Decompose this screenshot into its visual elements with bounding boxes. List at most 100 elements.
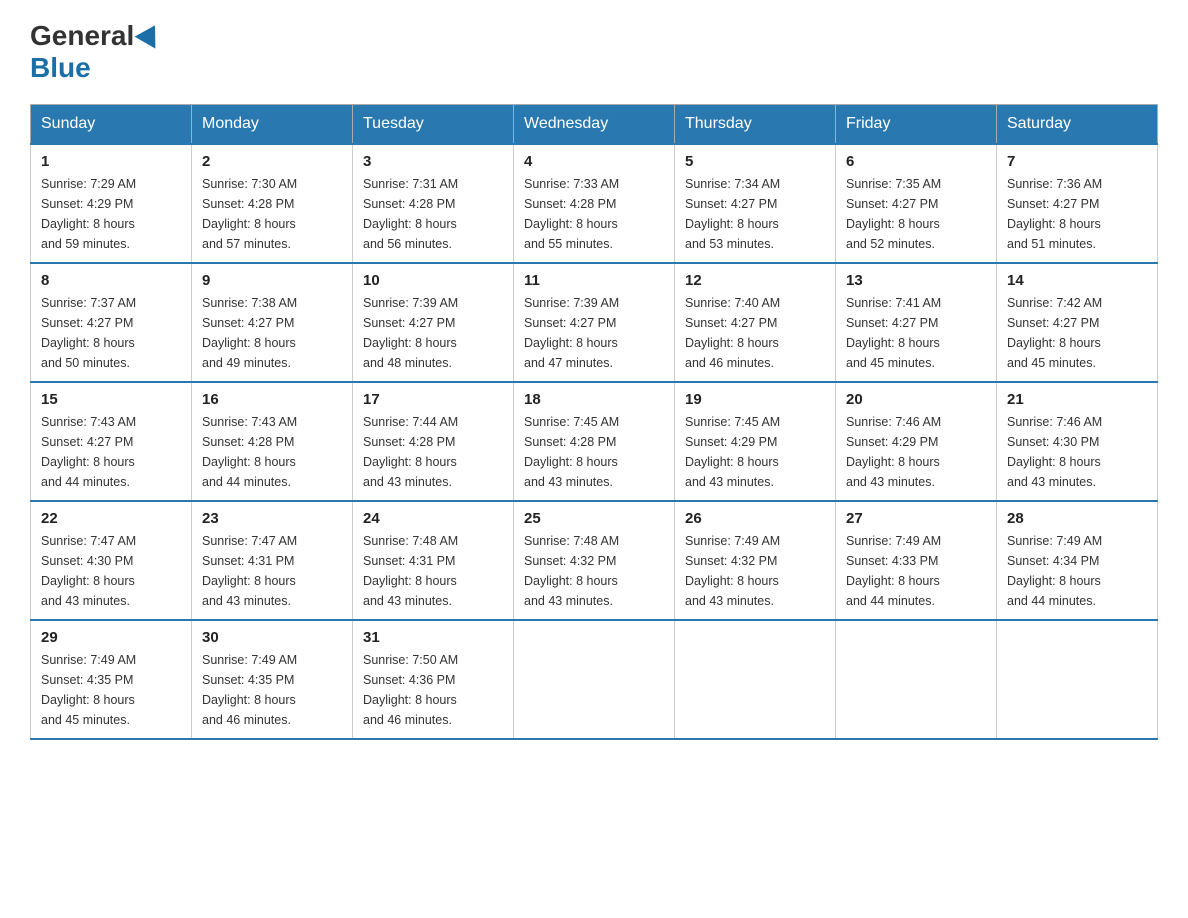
day-number: 6: [846, 153, 986, 170]
day-info: Sunrise: 7:46 AM Sunset: 4:30 PM Dayligh…: [1007, 412, 1147, 492]
day-number: 23: [202, 510, 342, 527]
day-cell-20: 20 Sunrise: 7:46 AM Sunset: 4:29 PM Dayl…: [836, 382, 997, 501]
day-number: 8: [41, 272, 181, 289]
day-number: 4: [524, 153, 664, 170]
day-cell-6: 6 Sunrise: 7:35 AM Sunset: 4:27 PM Dayli…: [836, 144, 997, 263]
day-cell-2: 2 Sunrise: 7:30 AM Sunset: 4:28 PM Dayli…: [192, 144, 353, 263]
day-info: Sunrise: 7:45 AM Sunset: 4:29 PM Dayligh…: [685, 412, 825, 492]
week-row-3: 15 Sunrise: 7:43 AM Sunset: 4:27 PM Dayl…: [31, 382, 1158, 501]
day-cell-26: 26 Sunrise: 7:49 AM Sunset: 4:32 PM Dayl…: [675, 501, 836, 620]
day-cell-21: 21 Sunrise: 7:46 AM Sunset: 4:30 PM Dayl…: [997, 382, 1158, 501]
day-info: Sunrise: 7:33 AM Sunset: 4:28 PM Dayligh…: [524, 174, 664, 254]
day-cell-10: 10 Sunrise: 7:39 AM Sunset: 4:27 PM Dayl…: [353, 263, 514, 382]
header: General Blue: [30, 20, 1158, 84]
day-info: Sunrise: 7:44 AM Sunset: 4:28 PM Dayligh…: [363, 412, 503, 492]
day-info: Sunrise: 7:41 AM Sunset: 4:27 PM Dayligh…: [846, 293, 986, 373]
col-header-friday: Friday: [836, 105, 997, 145]
day-info: Sunrise: 7:47 AM Sunset: 4:31 PM Dayligh…: [202, 531, 342, 611]
day-cell-31: 31 Sunrise: 7:50 AM Sunset: 4:36 PM Dayl…: [353, 620, 514, 739]
empty-cell: [514, 620, 675, 739]
day-cell-13: 13 Sunrise: 7:41 AM Sunset: 4:27 PM Dayl…: [836, 263, 997, 382]
day-info: Sunrise: 7:48 AM Sunset: 4:32 PM Dayligh…: [524, 531, 664, 611]
day-info: Sunrise: 7:42 AM Sunset: 4:27 PM Dayligh…: [1007, 293, 1147, 373]
day-info: Sunrise: 7:34 AM Sunset: 4:27 PM Dayligh…: [685, 174, 825, 254]
day-number: 14: [1007, 272, 1147, 289]
day-info: Sunrise: 7:39 AM Sunset: 4:27 PM Dayligh…: [363, 293, 503, 373]
day-cell-7: 7 Sunrise: 7:36 AM Sunset: 4:27 PM Dayli…: [997, 144, 1158, 263]
day-cell-11: 11 Sunrise: 7:39 AM Sunset: 4:27 PM Dayl…: [514, 263, 675, 382]
day-cell-19: 19 Sunrise: 7:45 AM Sunset: 4:29 PM Dayl…: [675, 382, 836, 501]
day-info: Sunrise: 7:49 AM Sunset: 4:33 PM Dayligh…: [846, 531, 986, 611]
day-info: Sunrise: 7:49 AM Sunset: 4:35 PM Dayligh…: [41, 650, 181, 730]
col-header-monday: Monday: [192, 105, 353, 145]
day-info: Sunrise: 7:38 AM Sunset: 4:27 PM Dayligh…: [202, 293, 342, 373]
day-number: 7: [1007, 153, 1147, 170]
day-number: 17: [363, 391, 503, 408]
empty-cell: [997, 620, 1158, 739]
day-number: 24: [363, 510, 503, 527]
day-number: 11: [524, 272, 664, 289]
day-info: Sunrise: 7:48 AM Sunset: 4:31 PM Dayligh…: [363, 531, 503, 611]
day-info: Sunrise: 7:43 AM Sunset: 4:28 PM Dayligh…: [202, 412, 342, 492]
day-number: 27: [846, 510, 986, 527]
col-header-saturday: Saturday: [997, 105, 1158, 145]
day-number: 20: [846, 391, 986, 408]
day-info: Sunrise: 7:31 AM Sunset: 4:28 PM Dayligh…: [363, 174, 503, 254]
day-number: 30: [202, 629, 342, 646]
logo-blue-part: [134, 24, 162, 48]
day-cell-24: 24 Sunrise: 7:48 AM Sunset: 4:31 PM Dayl…: [353, 501, 514, 620]
day-info: Sunrise: 7:50 AM Sunset: 4:36 PM Dayligh…: [363, 650, 503, 730]
col-header-wednesday: Wednesday: [514, 105, 675, 145]
day-number: 10: [363, 272, 503, 289]
week-row-1: 1 Sunrise: 7:29 AM Sunset: 4:29 PM Dayli…: [31, 144, 1158, 263]
day-info: Sunrise: 7:39 AM Sunset: 4:27 PM Dayligh…: [524, 293, 664, 373]
day-info: Sunrise: 7:46 AM Sunset: 4:29 PM Dayligh…: [846, 412, 986, 492]
day-info: Sunrise: 7:47 AM Sunset: 4:30 PM Dayligh…: [41, 531, 181, 611]
logo-blue-text: Blue: [30, 52, 91, 84]
day-cell-5: 5 Sunrise: 7:34 AM Sunset: 4:27 PM Dayli…: [675, 144, 836, 263]
day-info: Sunrise: 7:37 AM Sunset: 4:27 PM Dayligh…: [41, 293, 181, 373]
day-number: 31: [363, 629, 503, 646]
day-number: 3: [363, 153, 503, 170]
calendar-table: SundayMondayTuesdayWednesdayThursdayFrid…: [30, 104, 1158, 740]
day-cell-18: 18 Sunrise: 7:45 AM Sunset: 4:28 PM Dayl…: [514, 382, 675, 501]
day-cell-15: 15 Sunrise: 7:43 AM Sunset: 4:27 PM Dayl…: [31, 382, 192, 501]
day-number: 2: [202, 153, 342, 170]
day-cell-28: 28 Sunrise: 7:49 AM Sunset: 4:34 PM Dayl…: [997, 501, 1158, 620]
day-number: 15: [41, 391, 181, 408]
day-number: 16: [202, 391, 342, 408]
week-row-4: 22 Sunrise: 7:47 AM Sunset: 4:30 PM Dayl…: [31, 501, 1158, 620]
day-info: Sunrise: 7:35 AM Sunset: 4:27 PM Dayligh…: [846, 174, 986, 254]
day-cell-14: 14 Sunrise: 7:42 AM Sunset: 4:27 PM Dayl…: [997, 263, 1158, 382]
logo-general-text: General: [30, 20, 134, 52]
day-number: 13: [846, 272, 986, 289]
day-cell-8: 8 Sunrise: 7:37 AM Sunset: 4:27 PM Dayli…: [31, 263, 192, 382]
day-number: 26: [685, 510, 825, 527]
day-number: 1: [41, 153, 181, 170]
day-number: 28: [1007, 510, 1147, 527]
day-info: Sunrise: 7:29 AM Sunset: 4:29 PM Dayligh…: [41, 174, 181, 254]
day-cell-9: 9 Sunrise: 7:38 AM Sunset: 4:27 PM Dayli…: [192, 263, 353, 382]
day-cell-23: 23 Sunrise: 7:47 AM Sunset: 4:31 PM Dayl…: [192, 501, 353, 620]
day-number: 19: [685, 391, 825, 408]
day-cell-12: 12 Sunrise: 7:40 AM Sunset: 4:27 PM Dayl…: [675, 263, 836, 382]
col-header-sunday: Sunday: [31, 105, 192, 145]
day-info: Sunrise: 7:49 AM Sunset: 4:35 PM Dayligh…: [202, 650, 342, 730]
day-number: 21: [1007, 391, 1147, 408]
day-cell-3: 3 Sunrise: 7:31 AM Sunset: 4:28 PM Dayli…: [353, 144, 514, 263]
col-header-thursday: Thursday: [675, 105, 836, 145]
day-cell-16: 16 Sunrise: 7:43 AM Sunset: 4:28 PM Dayl…: [192, 382, 353, 501]
day-cell-25: 25 Sunrise: 7:48 AM Sunset: 4:32 PM Dayl…: [514, 501, 675, 620]
day-info: Sunrise: 7:49 AM Sunset: 4:32 PM Dayligh…: [685, 531, 825, 611]
day-info: Sunrise: 7:36 AM Sunset: 4:27 PM Dayligh…: [1007, 174, 1147, 254]
day-info: Sunrise: 7:43 AM Sunset: 4:27 PM Dayligh…: [41, 412, 181, 492]
col-header-tuesday: Tuesday: [353, 105, 514, 145]
day-number: 22: [41, 510, 181, 527]
week-row-5: 29 Sunrise: 7:49 AM Sunset: 4:35 PM Dayl…: [31, 620, 1158, 739]
logo-triangle-icon: [135, 19, 166, 48]
day-info: Sunrise: 7:40 AM Sunset: 4:27 PM Dayligh…: [685, 293, 825, 373]
empty-cell: [836, 620, 997, 739]
day-cell-1: 1 Sunrise: 7:29 AM Sunset: 4:29 PM Dayli…: [31, 144, 192, 263]
day-number: 18: [524, 391, 664, 408]
day-number: 9: [202, 272, 342, 289]
